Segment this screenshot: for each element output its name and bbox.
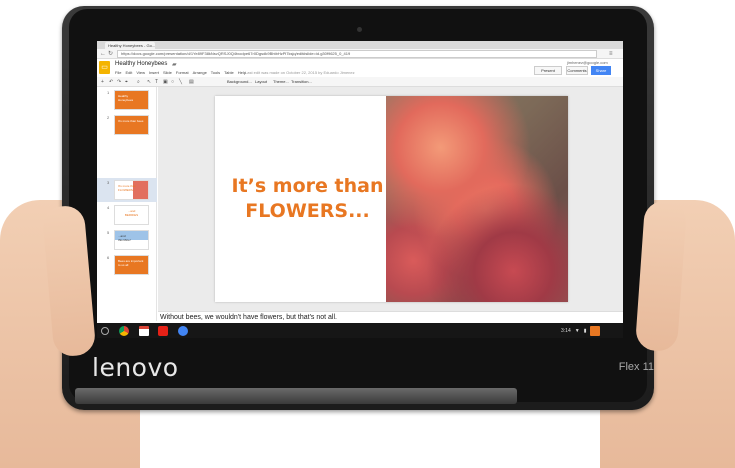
new-slide-icon[interactable]: + (101, 78, 104, 86)
tablet-chin: lenovo Flex 11 (62, 342, 654, 392)
zoom-icon[interactable]: ⌕ (137, 78, 140, 86)
front-camera (357, 27, 362, 32)
slide-thumbnail-text: ...and this Mice! (118, 234, 131, 242)
select-icon[interactable]: ↖ (147, 78, 151, 86)
menu-icon[interactable]: ≡ (609, 50, 613, 58)
slide-filmstrip: 1 Healthy Honeybees 2 It's more than bee… (97, 87, 157, 321)
battery-icon: ▮ (583, 328, 587, 334)
comments-button[interactable]: Comments (566, 66, 588, 75)
slide-headline-line-1: It’s more than (231, 175, 384, 197)
line-icon[interactable]: ╲ (179, 78, 182, 86)
os-shelf: 3:14 ▼ ▮ (97, 323, 623, 338)
current-slide[interactable]: It’s more than FLOWERS... (215, 96, 568, 302)
reload-icon[interactable]: ↻ (108, 50, 113, 58)
present-button[interactable]: Present (534, 66, 562, 75)
background-button[interactable]: Background... (227, 79, 252, 84)
url-input[interactable]: https://docs.google.com/presentation/d/1… (117, 50, 597, 58)
slide-number: 5 (107, 230, 110, 235)
textbox-icon[interactable]: T (155, 78, 158, 86)
browser-tab[interactable]: Healthy Honeybees - Go... (105, 42, 155, 49)
paint-format-icon[interactable]: ⌖ (125, 78, 128, 86)
redo-icon[interactable]: ↷ (117, 78, 121, 86)
tab-strip: Healthy Honeybees - Go... (97, 41, 623, 49)
image-icon[interactable]: ▣ (163, 78, 168, 86)
slide-headline-line-2: FLOWERS... (245, 200, 370, 222)
slide-number: 4 (107, 205, 110, 210)
menu-edit[interactable]: Edit (125, 70, 132, 75)
menu-insert[interactable]: Insert (149, 70, 159, 75)
slide-thumbnail-5[interactable]: ...and this Mice! (114, 230, 149, 250)
transition-button[interactable]: Transition... (291, 79, 312, 84)
menu-view[interactable]: View (136, 70, 145, 75)
theme-button[interactable]: Theme... (273, 79, 289, 84)
slide-thumbnail-text: It's more than bees (118, 119, 144, 123)
flower-photo[interactable] (386, 96, 568, 302)
doc-title[interactable]: Healthy Honeybees (115, 61, 167, 67)
back-icon[interactable]: ← (100, 50, 106, 58)
slide-number: 1 (107, 90, 110, 95)
docs-header: ▭ Healthy Honeybees ▰ File Edit View Ins… (97, 59, 623, 77)
wifi-icon: ▼ (574, 328, 580, 334)
clock: 3:14 (561, 328, 571, 334)
slide-headline[interactable]: It’s more than FLOWERS... (225, 174, 390, 224)
slide-number: 3 (107, 180, 110, 185)
hinge (75, 388, 517, 404)
menu-slide[interactable]: Slide (163, 70, 172, 75)
folder-icon[interactable]: ▰ (172, 61, 177, 68)
slide-thumbnail-2[interactable]: It's more than bees (114, 115, 149, 135)
avatar[interactable] (590, 326, 601, 336)
menu-tools[interactable]: Tools (211, 70, 220, 75)
comment-icon[interactable]: ▤ (189, 78, 194, 86)
brand-logo: lenovo (92, 352, 179, 382)
menu-file[interactable]: File (115, 70, 121, 75)
slide-thumbnail-text: It's more than FLOWERS... (118, 184, 137, 192)
menu-bar: File Edit View Insert Slide Format Arran… (115, 70, 246, 75)
gmail-icon[interactable] (139, 326, 149, 336)
last-edit-link[interactable]: Last edit was made on October 22, 2015 b… (245, 70, 355, 75)
user-email: jimhenez@google.com (567, 60, 608, 65)
slide-thumbnail-text: Bees are important to us all (118, 259, 144, 267)
layout-button[interactable]: Layout (255, 79, 267, 84)
undo-icon[interactable]: ↶ (109, 78, 113, 86)
screen: Healthy Honeybees - Go... ← ↻ https://do… (97, 41, 623, 338)
chrome-icon[interactable] (119, 326, 129, 336)
slide-thumbnail-4[interactable]: ...and BERRIES (114, 205, 149, 225)
slide-thumbnail-6[interactable]: Bees are important to us all (114, 255, 149, 275)
menu-format[interactable]: Format (176, 70, 189, 75)
share-button[interactable]: Share (591, 66, 611, 75)
address-bar: ← ↻ https://docs.google.com/presentation… (97, 49, 623, 59)
slide-thumbnail-1[interactable]: Healthy Honeybees (114, 90, 149, 110)
slide-number: 2 (107, 115, 110, 120)
slide-thumbnail-text: Healthy Honeybees (118, 94, 134, 102)
launcher-icon[interactable] (101, 327, 109, 335)
slide-number: 6 (107, 255, 110, 260)
shape-icon[interactable]: ○ (171, 78, 174, 86)
slide-canvas: It’s more than FLOWERS... (158, 87, 623, 311)
model-label: Flex 11 (618, 361, 654, 373)
menu-table[interactable]: Table (224, 70, 234, 75)
slide-thumbnail-text: ...and BERRIES (124, 209, 139, 217)
system-tray[interactable]: 3:14 ▼ ▮ (561, 326, 601, 336)
speaker-notes[interactable]: Without bees, we wouldn't have flowers, … (158, 311, 623, 323)
slide-thumbnail-3[interactable]: It's more than FLOWERS... (114, 180, 149, 200)
toolbar: + ↶ ↷ ⌖ ⌕ ↖ T ▣ ○ ╲ ▤ Background... Layo… (97, 77, 623, 87)
slides-logo-icon[interactable]: ▭ (99, 61, 110, 74)
menu-arrange[interactable]: Arrange (193, 70, 207, 75)
files-icon[interactable] (178, 326, 188, 336)
youtube-icon[interactable] (158, 326, 168, 336)
